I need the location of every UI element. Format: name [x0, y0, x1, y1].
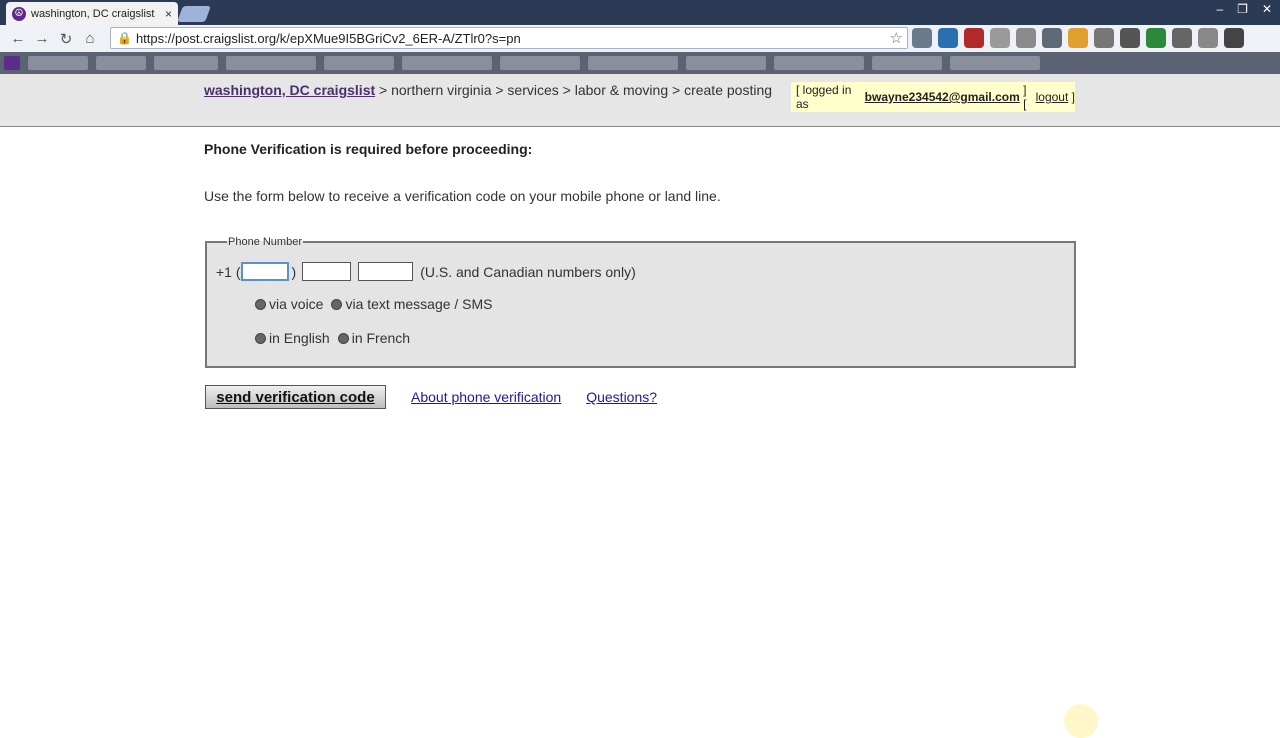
extension-icon[interactable]: [964, 28, 984, 48]
bookmark-item[interactable]: [402, 56, 492, 70]
craigslist-peace-icon: ☮: [12, 6, 26, 21]
extension-icon[interactable]: [912, 28, 932, 48]
bookmark-star-icon[interactable]: ☆: [890, 29, 903, 47]
delivery-method-row: via voice via text message / SMS: [255, 296, 501, 312]
bookmark-item[interactable]: [686, 56, 766, 70]
browser-tab-bar: ☮ washington, DC craigslist × – ❐ ✕: [0, 0, 1280, 25]
extension-icon[interactable]: [1094, 28, 1114, 48]
home-icon[interactable]: ⌂: [78, 28, 102, 50]
bookmark-item[interactable]: [774, 56, 864, 70]
login-separator: ] [: [1023, 83, 1027, 111]
instructions-text: Use the form below to receive a verifica…: [204, 188, 721, 204]
about-phone-verification-link[interactable]: About phone verification: [411, 389, 561, 405]
new-tab-button[interactable]: [177, 6, 211, 22]
tab-close-icon[interactable]: ×: [165, 7, 172, 21]
bookmark-item[interactable]: [96, 56, 146, 70]
address-bar[interactable]: 🔒 https://post.craigslist.org/k/epXMue9I…: [110, 27, 908, 49]
extension-icons: [912, 28, 1244, 48]
forward-icon[interactable]: →: [30, 28, 54, 50]
extension-icon[interactable]: [1120, 28, 1140, 48]
restore-button[interactable]: ❐: [1237, 2, 1248, 16]
logout-link[interactable]: logout: [1036, 90, 1069, 104]
extension-icon[interactable]: [1172, 28, 1192, 48]
browser-tab[interactable]: ☮ washington, DC craigslist ×: [6, 2, 178, 25]
bookmark-item[interactable]: [4, 56, 20, 70]
url-text: https://post.craigslist.org/k/epXMue9I5B…: [135, 30, 521, 46]
extension-icon[interactable]: [1146, 28, 1166, 48]
page-header: washington, DC craigslist > northern vir…: [0, 74, 1280, 127]
line-number-input[interactable]: [358, 262, 414, 281]
sms-radio[interactable]: [331, 298, 343, 310]
close-window-button[interactable]: ✕: [1262, 2, 1272, 16]
reload-icon[interactable]: ↻: [54, 28, 78, 50]
french-label: in French: [351, 330, 411, 346]
exchange-input[interactable]: [302, 262, 352, 281]
sms-label: via text message / SMS: [345, 296, 493, 312]
paren-close: ): [291, 263, 297, 280]
bookmark-item[interactable]: [226, 56, 316, 70]
language-row: in English in French: [255, 330, 418, 346]
login-suffix: ]: [1071, 90, 1075, 104]
breadcrumb-trail: > northern virginia > services > labor &…: [375, 82, 773, 98]
extension-icon[interactable]: [1042, 28, 1062, 48]
page-title: Phone Verification is required before pr…: [204, 141, 533, 157]
phone-input-row: +1 ( ) (U.S. and Canadian numbers only): [216, 262, 636, 281]
login-prefix: [ logged in as: [796, 83, 852, 111]
extension-icon[interactable]: [1198, 28, 1218, 48]
phone-number-legend: Phone Number: [228, 236, 302, 248]
tab-title: washington, DC craigslist: [31, 7, 155, 20]
extension-icon[interactable]: [938, 28, 958, 48]
bookmark-item[interactable]: [28, 56, 88, 70]
bookmark-item[interactable]: [324, 56, 394, 70]
area-code-input[interactable]: [240, 262, 289, 281]
bookmark-item[interactable]: [950, 56, 1040, 70]
bookmark-item[interactable]: [500, 56, 580, 70]
back-icon[interactable]: ←: [6, 28, 30, 50]
browser-toolbar: ← → ↻ ⌂ 🔒 https://post.craigslist.org/k/…: [0, 25, 1280, 52]
bookmarks-bar: [0, 52, 1280, 74]
extension-icon[interactable]: [990, 28, 1010, 48]
minimize-button[interactable]: –: [1216, 2, 1223, 16]
questions-link[interactable]: Questions?: [586, 389, 657, 405]
bookmark-item[interactable]: [588, 56, 678, 70]
french-radio[interactable]: [337, 332, 349, 344]
window-controls: – ❐ ✕: [1216, 2, 1272, 16]
english-radio[interactable]: [255, 332, 266, 344]
bookmark-item[interactable]: [154, 56, 218, 70]
extension-icon[interactable]: [1068, 28, 1088, 48]
site-home-link[interactable]: washington, DC craigslist: [204, 82, 375, 98]
account-email-link[interactable]: bwayne234542@gmail.com: [865, 90, 1020, 104]
english-label: in English: [269, 330, 330, 346]
voice-label: via voice: [269, 296, 324, 312]
voice-radio[interactable]: [255, 298, 266, 310]
numbers-note: (U.S. and Canadian numbers only): [420, 263, 636, 280]
actions-row: send verification code About phone verif…: [205, 385, 657, 409]
cursor-highlight: [1064, 704, 1098, 738]
login-status: [ logged in as bwayne234542@gmail.com ] …: [791, 82, 1075, 112]
country-code-label: +1 (: [216, 263, 241, 280]
bookmark-item[interactable]: [872, 56, 942, 70]
menu-icon[interactable]: [1224, 28, 1244, 48]
extension-icon[interactable]: [1016, 28, 1036, 48]
phone-number-fieldset: Phone Number +1 ( ) (U.S. and Canadian n…: [205, 236, 1076, 368]
breadcrumb: washington, DC craigslist > northern vir…: [204, 82, 772, 98]
send-verification-button[interactable]: send verification code: [205, 385, 386, 409]
lock-icon: 🔒: [117, 31, 132, 45]
